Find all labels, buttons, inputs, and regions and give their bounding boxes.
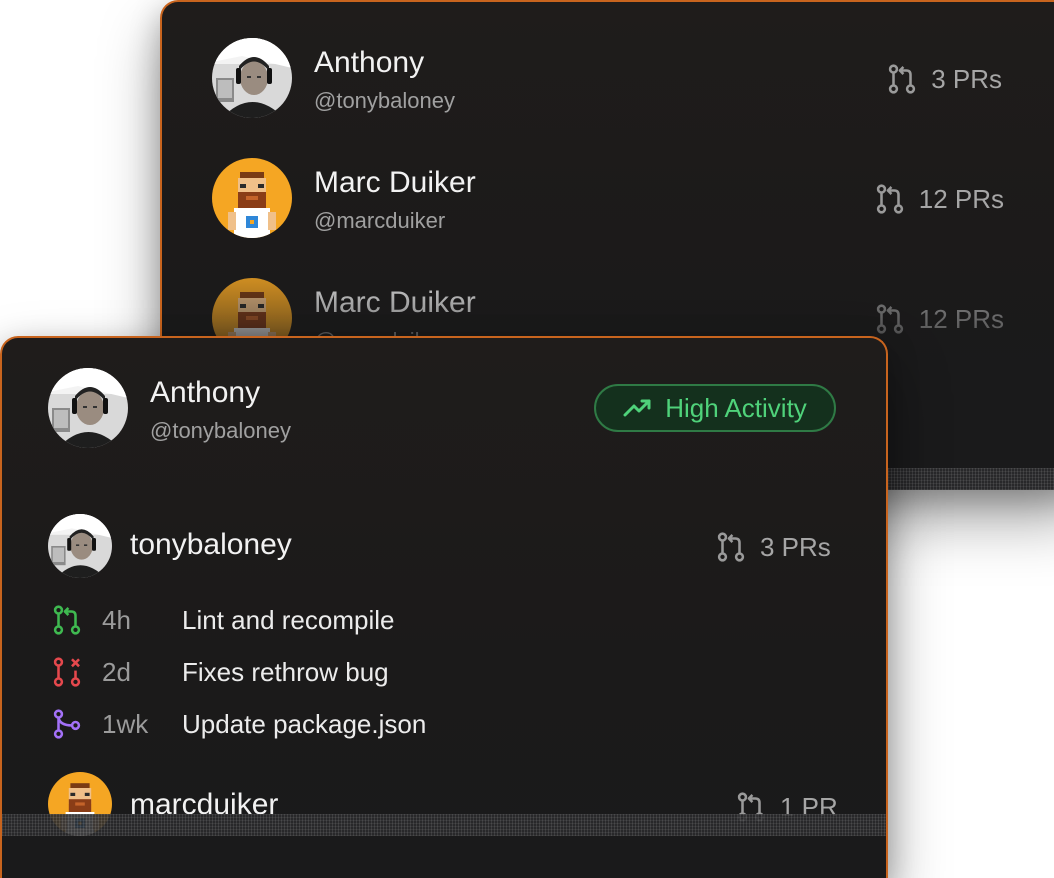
activity-age: 4h bbox=[102, 604, 131, 635]
list-item[interactable]: 2d Fixes rethrow bug bbox=[50, 654, 389, 690]
avatar bbox=[48, 514, 112, 578]
pull-request-open-icon bbox=[50, 602, 84, 638]
list-item[interactable]: 1wk Update package.json bbox=[50, 706, 426, 742]
pr-count: 12 PRs bbox=[873, 302, 1004, 336]
list-item[interactable]: 4h Lint and recompile bbox=[50, 602, 394, 638]
badge-label: High Activity bbox=[665, 392, 807, 423]
contributor-handle: @tonybaloney bbox=[314, 88, 455, 113]
pull-request-icon bbox=[714, 530, 748, 564]
pull-request-icon bbox=[873, 302, 907, 336]
pull-request-icon bbox=[873, 182, 907, 216]
avatar bbox=[212, 158, 292, 238]
avatar bbox=[48, 368, 128, 448]
activity-age: 1wk bbox=[102, 708, 149, 739]
high-activity-badge: High Activity bbox=[594, 384, 836, 432]
activity-title: Lint and recompile bbox=[182, 604, 395, 635]
pr-count: 3 PRs bbox=[714, 530, 831, 564]
pr-count-label: 12 PRs bbox=[918, 304, 1004, 334]
pr-count: 3 PRs bbox=[885, 62, 1002, 96]
noise-strip bbox=[2, 814, 886, 836]
trending-up-icon bbox=[623, 399, 651, 417]
pull-request-merged-icon bbox=[50, 706, 84, 742]
contributor-username[interactable]: tonybaloney bbox=[130, 530, 292, 560]
contributor-name: Marc Duiker bbox=[314, 286, 476, 319]
activity-title: Fixes rethrow bug bbox=[182, 656, 389, 687]
avatar bbox=[212, 38, 292, 118]
contributor-name: Anthony bbox=[314, 46, 425, 79]
contributor-detail-card: Anthony @tonybaloney High Activity tonyb… bbox=[0, 336, 888, 878]
contributor-handle: @marcduiker bbox=[314, 208, 446, 233]
activity-age: 2d bbox=[102, 656, 131, 687]
pr-count: 12 PRs bbox=[873, 182, 1004, 216]
contributor-name: Anthony bbox=[150, 376, 261, 409]
pr-count-label: 3 PRs bbox=[931, 64, 1002, 94]
pull-request-icon bbox=[885, 62, 919, 96]
pull-request-closed-icon bbox=[50, 654, 84, 690]
contributor-handle: @tonybaloney bbox=[150, 418, 291, 443]
activity-title: Update package.json bbox=[182, 708, 427, 739]
contributor-name: Marc Duiker bbox=[314, 166, 476, 199]
pr-count-label: 12 PRs bbox=[918, 184, 1004, 214]
pr-count-label: 3 PRs bbox=[760, 532, 831, 562]
